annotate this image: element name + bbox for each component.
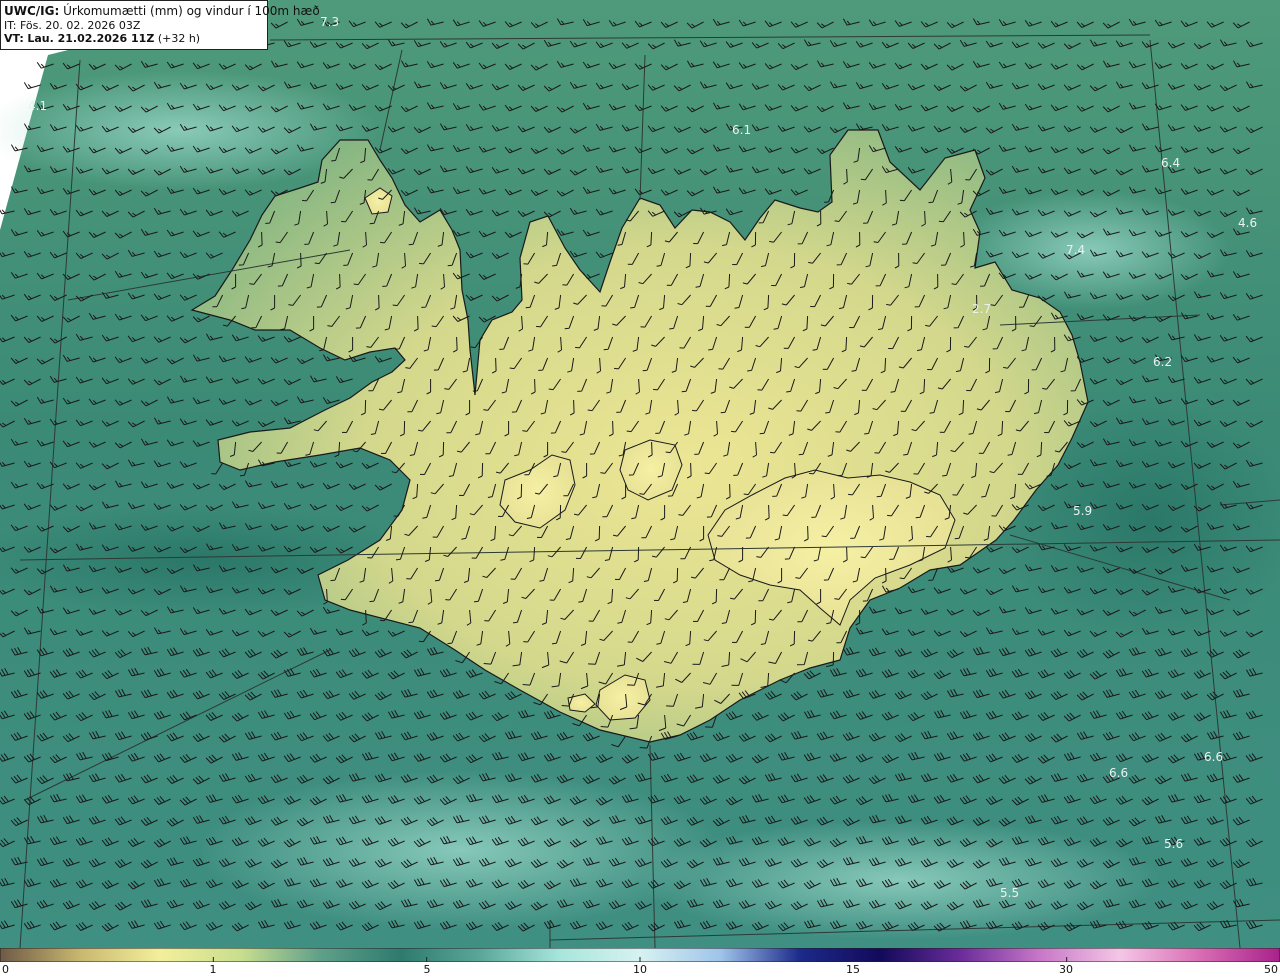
lead-time: (+32 h) (157, 32, 201, 45)
point-value-ne-sea-2: 4.6 (1238, 216, 1257, 230)
point-value-nw-sea-1: 7.3 (320, 15, 339, 29)
point-value-north-sea: 6.1 (732, 123, 751, 137)
init-time: Fös. 20. 02. 2026 03Z (19, 19, 141, 32)
valid-prefix: VT: (4, 32, 24, 45)
init-prefix: IT: (4, 19, 17, 32)
colorbar (0, 948, 1280, 962)
point-value-ne-sea-1: 6.4 (1161, 156, 1180, 170)
point-value-s-sea-4: 5.5 (1000, 886, 1019, 900)
point-value-s-sea-1: 6.6 (1204, 750, 1223, 764)
point-value-ne-coast: 7.4 (1066, 243, 1085, 257)
point-value-east-sea: 6.2 (1153, 355, 1172, 369)
product-label: UWC/IG: (4, 4, 60, 18)
colorbar-labels: 0 1 5 10 15 30 50 (0, 962, 1280, 978)
colorbar-tick: 0 (2, 963, 9, 976)
map-title: Úrkomumætti (mm) og vindur í 100m hæð (63, 4, 320, 18)
colorbar-tick: 5 (423, 963, 431, 976)
wind-barb (23, 82, 41, 90)
point-value-s-sea-3: 5.6 (1164, 837, 1183, 851)
point-value-s-sea-2: 6.6 (1109, 766, 1128, 780)
forecast-map: 7.3 4.1 6.1 6.4 4.6 7.4 2.7 6.2 5.9 6.6 … (0, 0, 1280, 948)
colorbar-tick: 15 (846, 963, 860, 976)
point-value-se-sea: 5.9 (1073, 504, 1092, 518)
title-line: UWC/IG: Úrkomumætti (mm) og vindur í 100… (4, 3, 320, 19)
sea-light-patch (640, 820, 1160, 940)
init-time-line: IT: Fös. 20. 02. 2026 03Z (4, 19, 264, 32)
valid-time-line: VT: Lau. 21.02.2026 11Z (+32 h) (4, 32, 264, 45)
colorbar-tick: 1 (209, 963, 217, 976)
colorbar-tick: 10 (633, 963, 647, 976)
point-value-east-inland: 2.7 (972, 302, 991, 316)
colorbar-tick: 50 (1264, 963, 1278, 976)
valid-time: Lau. 21.02.2026 11Z (27, 32, 155, 45)
colorbar-tick: 30 (1059, 963, 1073, 976)
map-info-box: UWC/IG: Úrkomumætti (mm) og vindur í 100… (0, 0, 320, 50)
point-value-nw-sea-2: 4.1 (28, 99, 47, 113)
